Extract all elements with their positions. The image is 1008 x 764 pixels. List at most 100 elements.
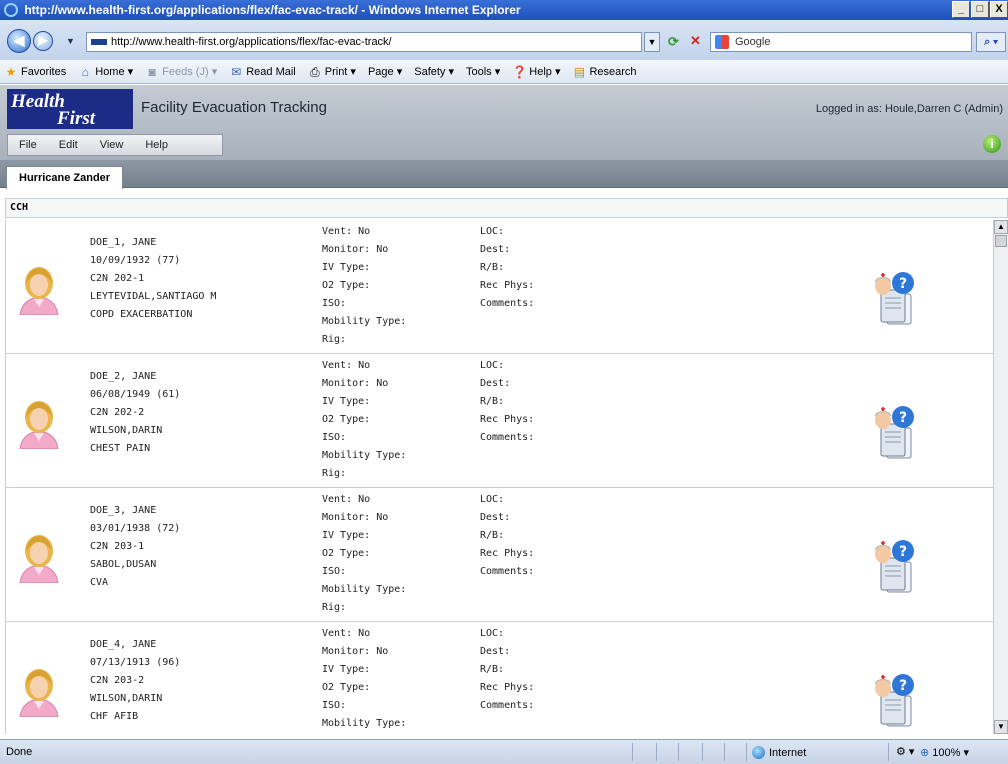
menu-view[interactable]: View [89, 139, 135, 151]
iv-type-label: IV Type: [322, 262, 371, 273]
url-dropdown-icon[interactable]: ▼ [644, 32, 660, 52]
loc-label: LOC: [480, 226, 505, 237]
patient-row[interactable]: DOE_4, JANE 07/13/1913 (96) C2N 203-2 WI… [6, 622, 993, 734]
favorites-button[interactable]: ★ Favorites [4, 65, 67, 79]
page-menu[interactable]: Page ▾ [367, 65, 402, 79]
location-fields: LOC: Dest: R/B: Rec Phys: Comments: [480, 223, 534, 313]
patient-diagnosis: CVA [90, 577, 109, 588]
rec-phys-label: Rec Phys: [480, 414, 535, 425]
research-icon: ▤ [573, 64, 586, 79]
patient-avatar-icon [16, 531, 62, 584]
scroll-up-arrow-icon[interactable]: ▲ [994, 220, 1008, 234]
minimize-button[interactable]: _ [952, 1, 970, 18]
location-fields: LOC: Dest: R/B: Rec Phys: Comments: [480, 357, 534, 447]
patient-info: DOE_4, JANE 07/13/1913 (96) C2N 203-2 WI… [90, 636, 180, 726]
nurse-help-icon[interactable]: ? [867, 672, 919, 730]
patient-name: DOE_2, JANE [90, 371, 157, 382]
search-magnifier-icon[interactable]: ⌕ ▾ [976, 32, 1006, 52]
dest-label: Dest: [480, 512, 511, 523]
status-divider [724, 743, 725, 761]
monitor-value: No [376, 378, 389, 389]
mobility-type-label: Mobility Type: [322, 584, 407, 595]
comments-label: Comments: [480, 566, 535, 577]
loc-label: LOC: [480, 360, 505, 371]
close-button[interactable]: X [990, 1, 1008, 18]
ie-logo-icon [4, 3, 18, 17]
patient-dob: 10/09/1932 (77) [90, 255, 181, 266]
tab-strip: Hurricane Zander [0, 160, 1008, 189]
health-first-logo: Health First [7, 89, 133, 129]
menu-file[interactable]: File [8, 139, 48, 151]
status-bar: Done Internet ⚙ ▾ ⊕ 100% ▾ [0, 739, 1008, 764]
rig-label: Rig: [322, 733, 406, 734]
printer-icon: ⎙ [309, 64, 320, 79]
maximize-button[interactable]: □ [971, 1, 989, 18]
print-label: Print [324, 65, 348, 78]
svg-text:?: ? [899, 276, 907, 292]
rec-phys-label: Rec Phys: [480, 548, 535, 559]
help-menu[interactable]: ❓ Help ▾ [512, 65, 560, 79]
comments-label: Comments: [480, 298, 535, 309]
zone-label: Internet [769, 746, 807, 759]
menu-help[interactable]: Help [134, 139, 179, 151]
safety-menu[interactable]: Safety ▾ [414, 65, 454, 79]
tab-hurricane-zander[interactable]: Hurricane Zander [6, 166, 124, 189]
clinical-fields: Vent: No Monitor: No IV Type: O2 Type: I… [322, 625, 406, 734]
zoom-control[interactable]: ⊕ 100% ▾ [920, 746, 969, 759]
iv-type-label: IV Type: [322, 396, 371, 407]
search-provider-text: Google [735, 36, 771, 48]
iso-label: ISO: [322, 298, 347, 309]
stop-icon[interactable]: ✕ [690, 33, 701, 49]
status-divider [888, 743, 889, 761]
o2-type-label: O2 Type: [322, 548, 371, 559]
recent-pages-dropdown-icon[interactable]: ▼ [66, 36, 75, 46]
url-input[interactable]: http://www.health-first.org/applications… [86, 32, 642, 52]
search-input[interactable]: Google [710, 32, 972, 52]
patient-info: DOE_3, JANE 03/01/1938 (72) C2N 203-1 SA… [90, 502, 180, 592]
patient-info: DOE_2, JANE 06/08/1949 (61) C2N 202-2 WI… [90, 368, 180, 458]
nurse-help-icon[interactable]: ? [867, 538, 919, 596]
page-label: Page [367, 65, 394, 78]
window-title-bar: http://www.health-first.org/applications… [0, 0, 1008, 20]
protected-mode-icon[interactable]: ⚙ ▾ [896, 745, 914, 758]
scroll-down-arrow-icon[interactable]: ▼ [994, 720, 1008, 734]
patient-row[interactable]: DOE_2, JANE 06/08/1949 (61) C2N 202-2 WI… [6, 354, 993, 488]
feeds-label: Feeds (J) [162, 65, 209, 78]
nurse-help-icon[interactable]: ? [867, 270, 919, 328]
home-button[interactable]: ⌂ Home ▾ [78, 65, 134, 79]
location-fields: LOC: Dest: R/B: Rec Phys: Comments: [480, 491, 534, 581]
url-text: http://www.health-first.org/applications… [111, 36, 392, 48]
back-arrow-icon[interactable]: ◀ [7, 29, 31, 53]
patient-room: C2N 203-2 [90, 675, 145, 686]
tools-menu[interactable]: Tools ▾ [466, 65, 500, 79]
mobility-type-label: Mobility Type: [322, 316, 407, 327]
patient-room: C2N 202-1 [90, 273, 145, 284]
nurse-help-icon[interactable]: ? [867, 404, 919, 462]
forward-arrow-icon[interactable]: ▶ [33, 31, 53, 51]
clinical-fields: Vent: No Monitor: No IV Type: O2 Type: I… [322, 223, 406, 349]
patient-dob: 06/08/1949 (61) [90, 389, 181, 400]
refresh-icon[interactable]: ⟳ [668, 34, 679, 50]
patient-row[interactable]: DOE_1, JANE 10/09/1932 (77) C2N 202-1 LE… [6, 220, 993, 354]
scrollbar[interactable]: ▲ ▼ [993, 220, 1008, 734]
research-button[interactable]: ▤ Research [572, 64, 637, 79]
read-mail-button[interactable]: ✉ Read Mail [229, 65, 296, 79]
mobility-type-label: Mobility Type: [322, 718, 407, 729]
facility-header: CCH [5, 198, 1008, 218]
address-bar: ◀ ▶ ▼ http://www.health-first.org/applic… [0, 20, 1008, 60]
location-fields: LOC: Dest: R/B: Rec Phys: Comments: [480, 625, 534, 715]
status-divider [656, 743, 657, 761]
o2-type-label: O2 Type: [322, 414, 371, 425]
info-icon[interactable]: i [983, 135, 1001, 153]
svg-text:?: ? [899, 410, 907, 426]
patient-list[interactable]: DOE_1, JANE 10/09/1932 (77) C2N 202-1 LE… [5, 220, 993, 734]
feeds-button[interactable]: ◙ Feeds (J) ▾ [145, 65, 218, 79]
print-button[interactable]: ⎙ Print ▾ [308, 65, 356, 79]
svg-text:?: ? [899, 678, 907, 694]
rec-phys-label: Rec Phys: [480, 682, 535, 693]
patient-row[interactable]: DOE_3, JANE 03/01/1938 (72) C2N 203-1 SA… [6, 488, 993, 622]
scroll-thumb[interactable] [995, 235, 1007, 247]
menu-edit[interactable]: Edit [48, 139, 89, 151]
patient-name: DOE_4, JANE [90, 639, 157, 650]
patient-room: C2N 202-2 [90, 407, 145, 418]
